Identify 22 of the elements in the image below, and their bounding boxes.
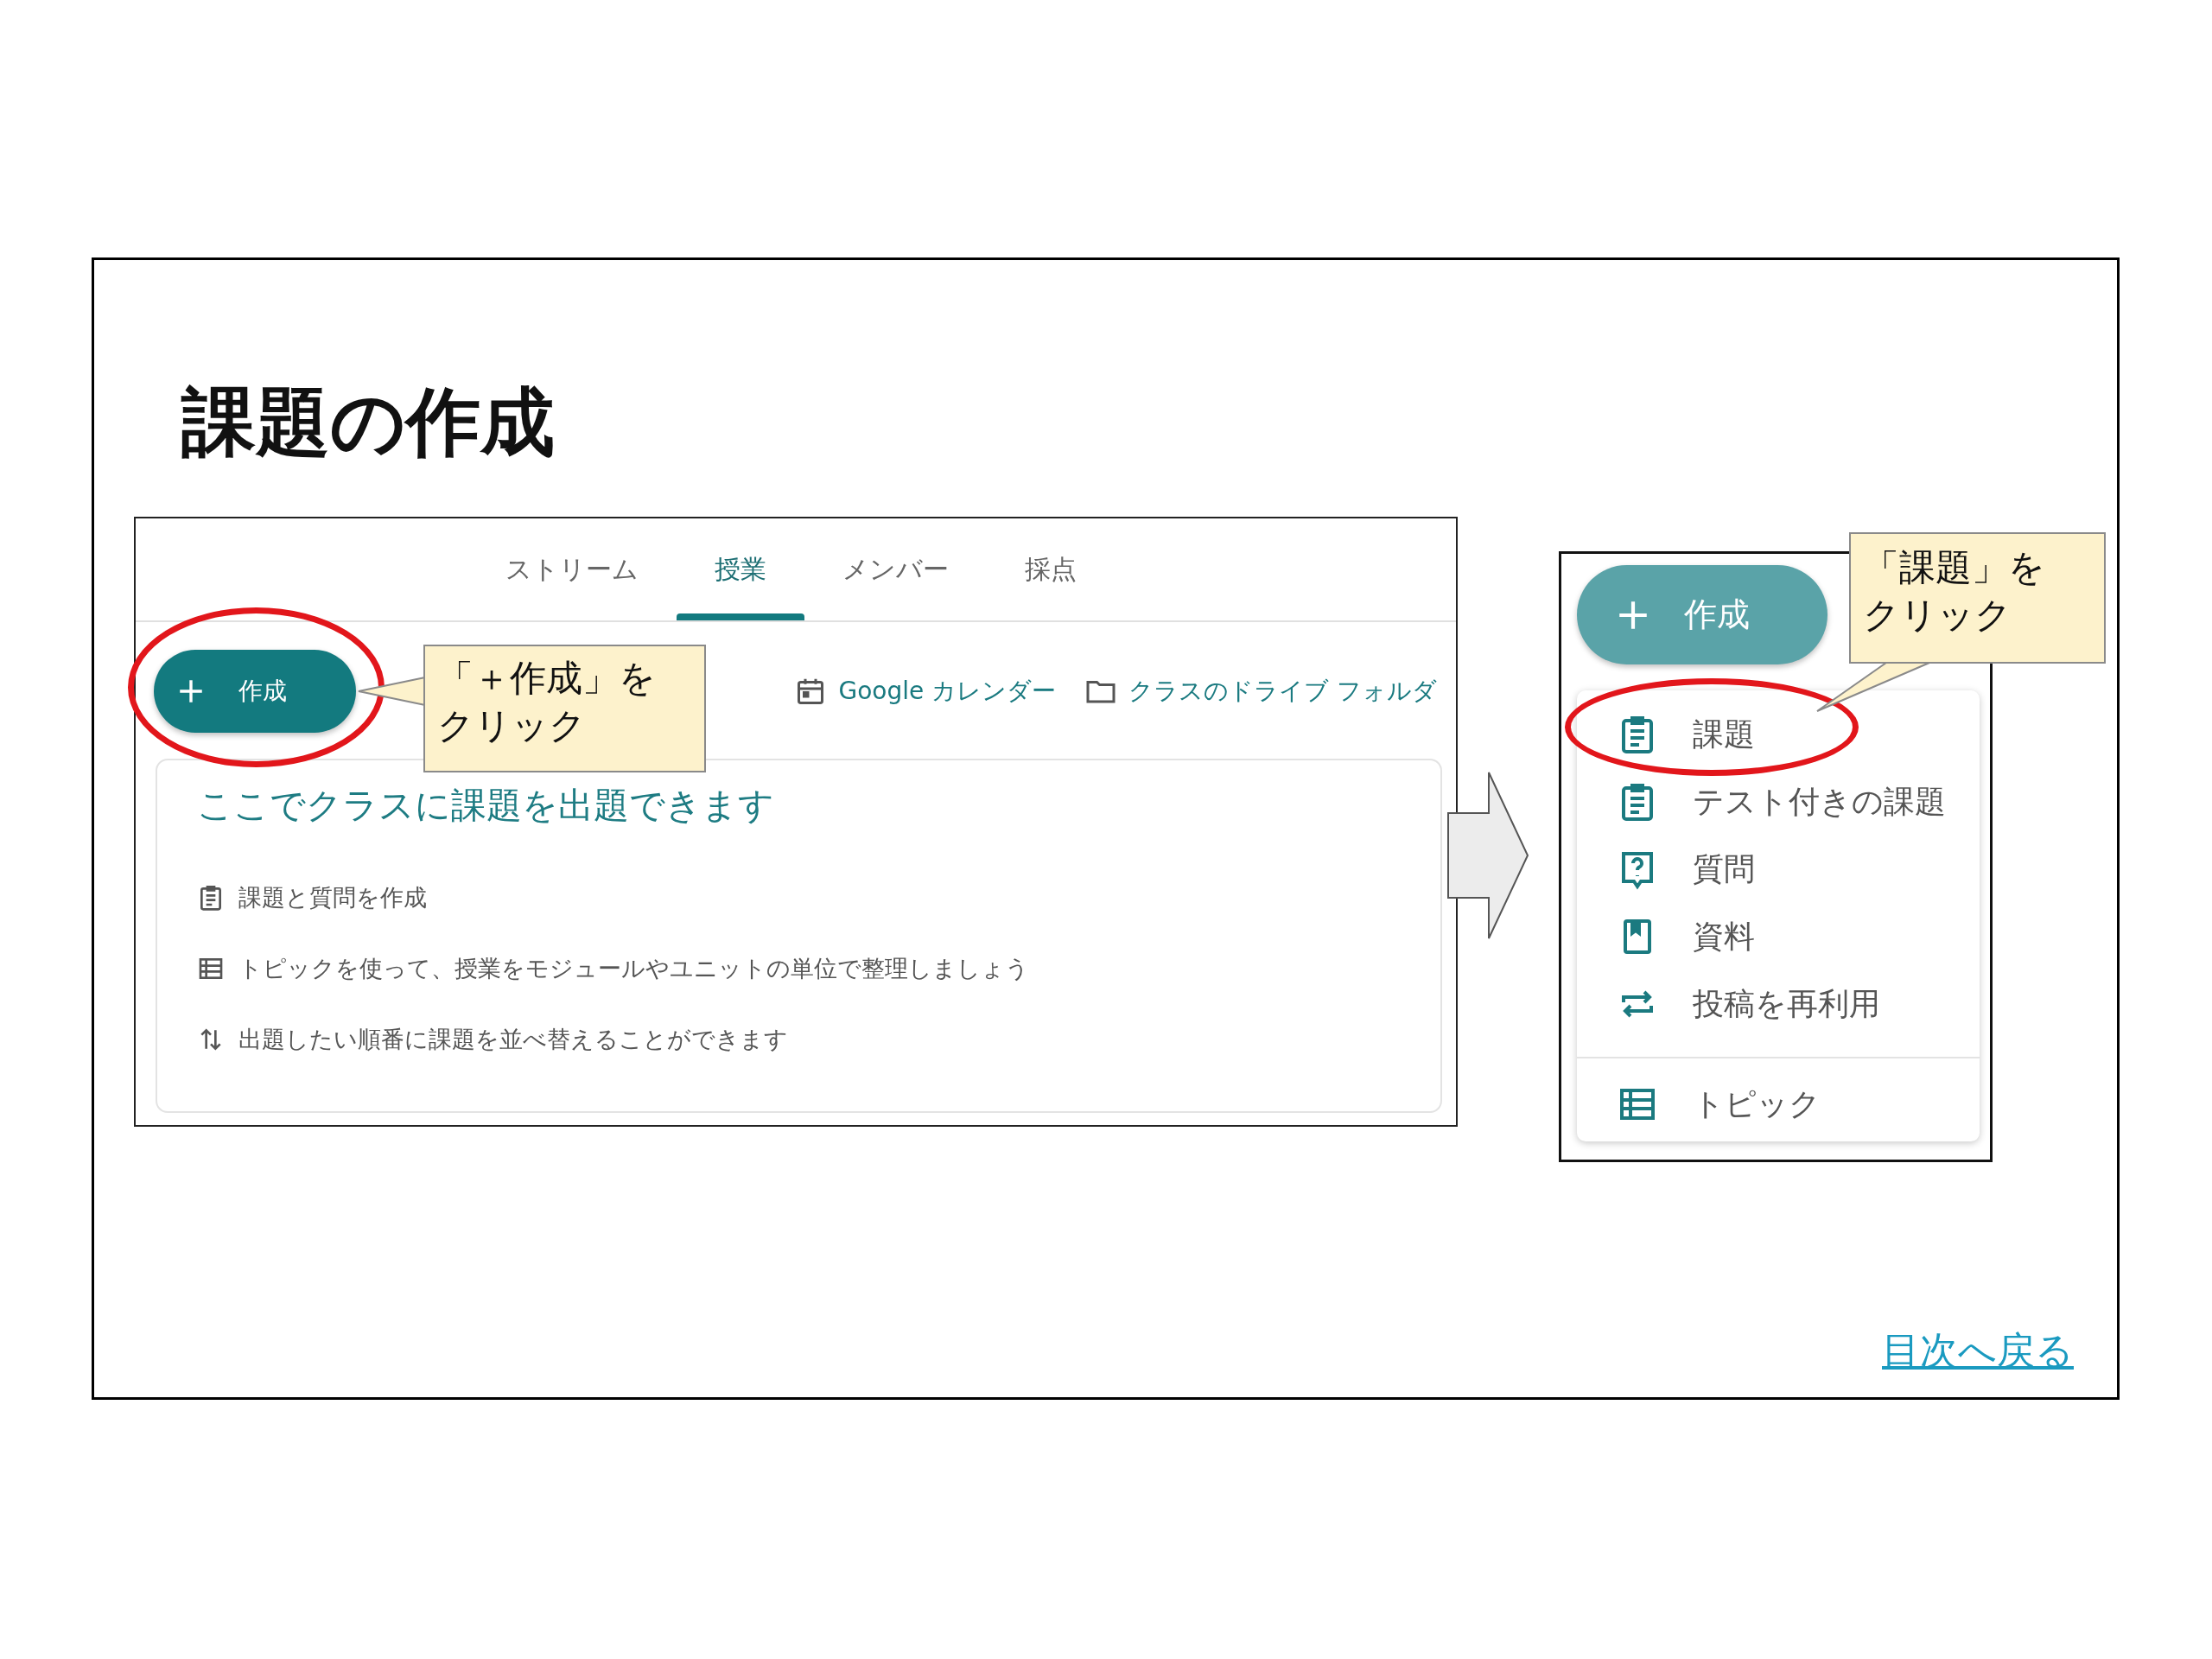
create-button[interactable]: 作成 xyxy=(1577,565,1827,664)
back-to-contents-link[interactable]: 目次へ戻る xyxy=(1882,1325,2074,1376)
create-button[interactable]: 作成 xyxy=(154,650,356,733)
tip-text: 出題したい順番に課題を並べ替えることができます xyxy=(238,1025,788,1054)
tip-text: トピックを使って、授業をモジュールやユニットの単位で整理しましょう xyxy=(238,954,1029,983)
menu-item[interactable]: トピック xyxy=(1577,1071,1980,1138)
right-arrow-icon xyxy=(1447,772,1529,940)
menu-item[interactable]: テスト付きの課題 xyxy=(1577,768,1980,836)
menu-item[interactable]: 投稿を再利用 xyxy=(1577,970,1980,1038)
menu-item[interactable]: 質問 xyxy=(1577,836,1980,903)
tip-text: 課題と質問を作成 xyxy=(238,883,427,912)
callout-note: 「＋作成」を クリック xyxy=(423,645,706,772)
toolbar-link[interactable]: クラスのドライブ フォルダ xyxy=(1085,675,1437,708)
slide-title: 課題の作成 xyxy=(181,378,555,467)
tab[interactable]: メンバー xyxy=(804,518,987,620)
tab[interactable]: 授業 xyxy=(677,518,804,620)
tab[interactable]: ストリーム xyxy=(467,518,677,620)
tab[interactable]: 採点 xyxy=(987,518,1115,620)
menu-item[interactable]: 資料 xyxy=(1577,903,1980,970)
toolbar-link[interactable]: Google カレンダー xyxy=(795,675,1057,708)
menu-item[interactable]: 課題 xyxy=(1577,701,1980,768)
empty-state-heading: ここでクラスに課題を出題できます xyxy=(197,784,775,828)
